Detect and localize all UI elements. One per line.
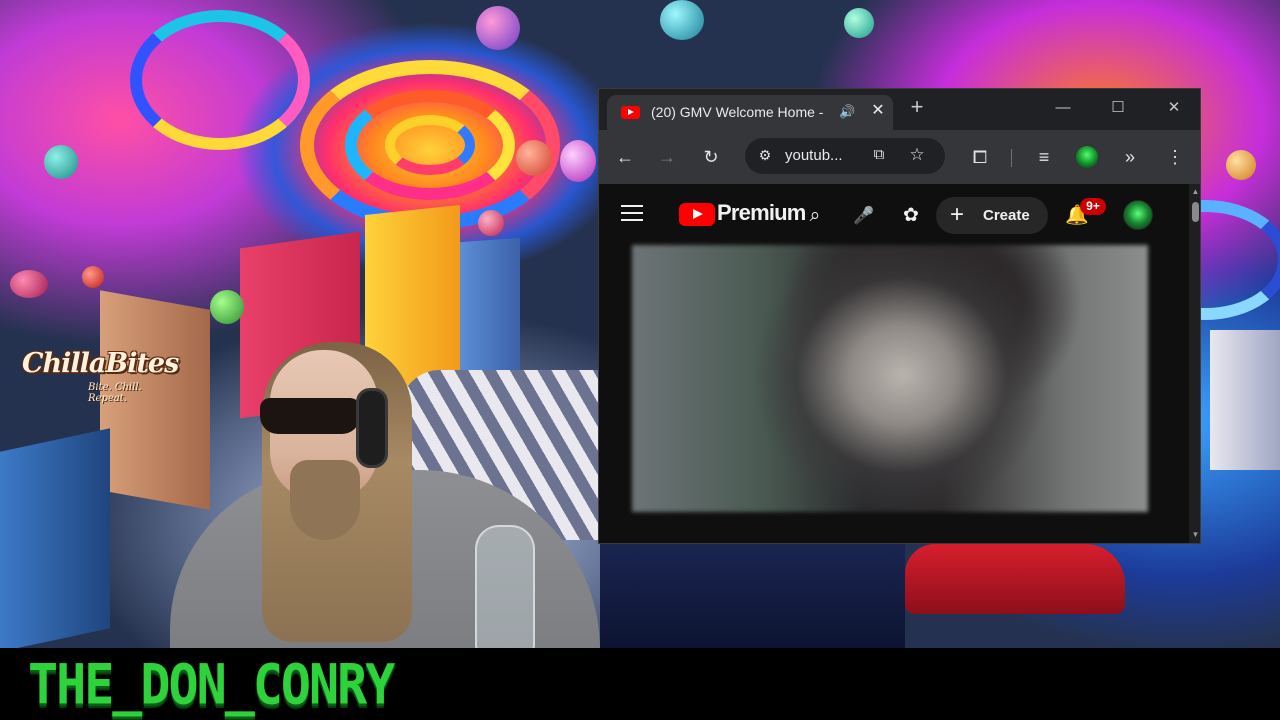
ghost-extension-icon[interactable]: ✿ (898, 204, 924, 228)
ball-art (476, 6, 520, 50)
ball-art (44, 145, 78, 179)
tune-icon[interactable]: ⚙ (755, 147, 775, 165)
new-tab-button[interactable]: + (905, 96, 929, 120)
create-label: Create (983, 207, 1030, 224)
glass-bong (475, 525, 535, 648)
youtube-favicon-icon (621, 106, 640, 119)
account-avatar[interactable] (1123, 200, 1153, 230)
ball-art (516, 140, 552, 176)
swirl-art (385, 115, 475, 175)
ball-art (844, 8, 874, 38)
kebab-menu-icon[interactable]: ⋮ (1164, 146, 1186, 168)
address-url[interactable]: youtub... (785, 147, 843, 164)
chevron-double-right-icon[interactable]: » (1119, 146, 1141, 168)
sunglasses (260, 398, 360, 434)
swirl-art (130, 10, 310, 150)
webcam-feed (170, 330, 600, 648)
close-window-button[interactable]: ✕ (1163, 97, 1185, 119)
forward-arrow-icon[interactable]: → (656, 146, 678, 168)
channel-logo: ChillaBites Bite. Chill. Repeat. (22, 348, 182, 404)
create-button[interactable]: + Create (936, 197, 1048, 234)
youtube-logo-icon[interactable] (679, 203, 715, 226)
youtube-brand-label[interactable]: Premium (717, 200, 806, 226)
notification-badge: 9+ (1080, 198, 1106, 215)
star-icon[interactable]: ☆ (907, 145, 927, 165)
ball-art (82, 266, 104, 288)
ball-art (1226, 150, 1256, 180)
browser-window[interactable]: (20) GMV Welcome Home - 🔊 ✕ + — ☐ ✕ ← → … (598, 88, 1201, 544)
streamer-name-banner: THE_DON_CONRY (0, 648, 1280, 720)
scroll-up-arrow-icon[interactable]: ▲ (1191, 187, 1200, 196)
install-app-icon[interactable]: ⧉ (869, 146, 889, 166)
ball-art (10, 270, 48, 298)
mic-icon[interactable]: 🎤 (853, 205, 874, 227)
title-bar[interactable]: (20) GMV Welcome Home - 🔊 ✕ + — ☐ ✕ (599, 89, 1200, 130)
ball-art (660, 0, 704, 40)
tab-title: (20) GMV Welcome Home - (651, 104, 824, 120)
browser-toolbar: ← → ↻ ⚙ youtub... ⧉ ☆ ⧠ ≡ » ⋮ (599, 130, 1200, 184)
logo-tagline: Bite. Chill. Repeat. (88, 382, 142, 404)
playlist-icon[interactable]: ≡ (1033, 146, 1055, 168)
ball-art (210, 290, 244, 324)
building-art (0, 428, 110, 648)
ball-art (478, 210, 504, 236)
car-art (905, 544, 1125, 614)
hamburger-icon[interactable] (621, 203, 645, 223)
back-arrow-icon[interactable]: ← (614, 146, 636, 168)
reload-icon[interactable]: ↻ (700, 146, 722, 168)
close-icon[interactable]: ✕ (869, 102, 887, 120)
toolbar-divider (1011, 149, 1012, 167)
person-beard (290, 460, 360, 540)
speaker-icon[interactable]: 🔊 (839, 104, 855, 120)
profile-avatar[interactable] (1076, 146, 1098, 168)
streamer-name: THE_DON_CONRY (28, 653, 395, 717)
plus-icon: + (950, 201, 965, 228)
scroll-down-arrow-icon[interactable]: ▼ (1191, 530, 1200, 539)
puzzle-icon[interactable]: ⧠ (969, 146, 991, 168)
video-player[interactable] (632, 245, 1148, 512)
road-art (600, 544, 905, 648)
ball-art (560, 140, 596, 182)
maximize-button[interactable]: ☐ (1107, 97, 1129, 119)
page-content-area (599, 521, 1189, 543)
search-icon[interactable]: ⌕ (804, 205, 826, 227)
building-art (1210, 330, 1280, 470)
address-bar[interactable]: ⚙ youtub... ⧉ ☆ (745, 138, 945, 174)
minimize-button[interactable]: — (1052, 97, 1074, 119)
page-viewport: Premium ⌕ 🎤 ✿ + Create 🔔 9+ (599, 184, 1189, 543)
scroll-thumb[interactable] (1192, 202, 1199, 222)
tab-youtube-video[interactable]: (20) GMV Welcome Home - 🔊 ✕ (607, 95, 893, 130)
logo-title: ChillaBites (22, 348, 179, 379)
headphones (356, 388, 388, 468)
vertical-scrollbar[interactable]: ▲ ▼ (1189, 184, 1200, 543)
